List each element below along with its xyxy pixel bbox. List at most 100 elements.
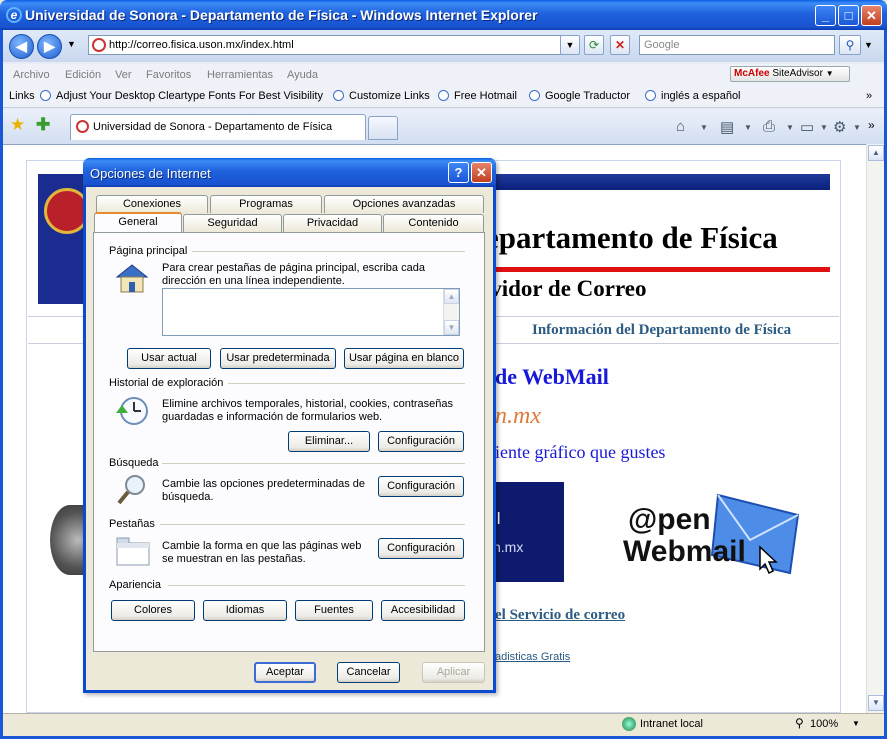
colors-button[interactable]: Colores: [111, 600, 195, 621]
address-text: http://correo.fisica.uson.mx/index.html: [109, 39, 294, 51]
search-magnifier-icon: [117, 475, 145, 505]
ok-button[interactable]: Aceptar: [254, 662, 316, 683]
print-icon[interactable]: ⎙: [763, 118, 775, 135]
tab-conexiones[interactable]: Conexiones: [96, 195, 208, 213]
print-dropdown-icon[interactable]: ▼: [786, 123, 794, 132]
group-divider: [160, 524, 465, 525]
link-ingles-espanol[interactable]: inglés a español: [645, 90, 741, 102]
dialog-close-button[interactable]: ✕: [471, 162, 492, 183]
mcafee-product: SiteAdvisor: [772, 68, 823, 79]
toolbar-overflow-icon[interactable]: »: [868, 118, 875, 132]
textarea-scroll-down-icon[interactable]: ▼: [444, 320, 459, 335]
heading-red-rule: [480, 267, 830, 272]
openwebmail-line2: Webmail: [623, 535, 746, 568]
new-tab-button[interactable]: [368, 116, 398, 140]
stop-icon[interactable]: ✕: [610, 35, 630, 55]
mcafee-brand: McAfee: [734, 68, 770, 79]
favorites-star-icon[interactable]: ★: [10, 115, 25, 135]
forward-button[interactable]: ▶: [37, 34, 62, 59]
search-options-icon[interactable]: ▼: [864, 40, 873, 50]
mcafee-siteadvisor-button[interactable]: McAfee SiteAdvisor ▼: [730, 66, 850, 82]
search-icon[interactable]: ⚲: [839, 35, 861, 55]
add-favorites-icon[interactable]: ✚: [36, 115, 50, 135]
tabs-description: Cambie la forma en que las páginas web s…: [162, 540, 362, 565]
link-customize[interactable]: Customize Links: [333, 90, 430, 102]
feeds-dropdown-icon[interactable]: ▼: [744, 123, 752, 132]
link-page-icon: [529, 90, 540, 101]
window-title-bar[interactable]: e Universidad de Sonora - Departamento d…: [0, 0, 887, 30]
use-current-button[interactable]: Usar actual: [127, 348, 211, 369]
tab-seguridad[interactable]: Seguridad: [183, 214, 282, 232]
page-subheading: rvidor de Correo: [480, 276, 647, 301]
scroll-down-icon[interactable]: ▼: [868, 695, 884, 711]
home-dropdown-icon[interactable]: ▼: [700, 123, 708, 132]
link-cleartype[interactable]: Adjust Your Desktop Cleartype Fonts For …: [40, 90, 323, 102]
openwebmail-logo[interactable]: @pen Webmail: [620, 485, 800, 580]
link-traductor[interactable]: Google Traductor: [529, 90, 630, 102]
home-page-textarea[interactable]: ▲ ▼: [162, 288, 460, 336]
address-dropdown-icon[interactable]: ▼: [560, 35, 580, 55]
tab-opciones-avanzadas[interactable]: Opciones avanzadas: [324, 195, 484, 213]
back-button[interactable]: ◀: [9, 34, 34, 59]
tabs-settings-button[interactable]: Configuración: [378, 538, 464, 559]
languages-button[interactable]: Idiomas: [203, 600, 287, 621]
tab-title: Universidad de Sonora - Departamento de …: [93, 121, 333, 133]
group-divider: [192, 251, 465, 252]
apply-button[interactable]: Aplicar: [422, 662, 485, 683]
feeds-icon[interactable]: ▤: [720, 118, 734, 136]
menu-favoritos[interactable]: Favoritos: [146, 69, 191, 81]
home-icon[interactable]: ⌂: [676, 118, 685, 135]
page-scrollbar[interactable]: ▲ ▼: [866, 144, 884, 713]
tab-contenido[interactable]: Contenido: [383, 214, 484, 232]
address-bar[interactable]: http://correo.fisica.uson.mx/index.html: [88, 35, 578, 55]
menu-archivo[interactable]: Archivo: [13, 69, 50, 81]
cancel-button[interactable]: Cancelar: [337, 662, 400, 683]
page-dropdown-icon[interactable]: ▼: [820, 123, 828, 132]
accessibility-button[interactable]: Accesibilidad: [381, 600, 465, 621]
links-label: Links: [9, 90, 35, 102]
use-default-button[interactable]: Usar predeterminada: [220, 348, 336, 369]
menu-herramientas[interactable]: Herramientas: [207, 69, 273, 81]
stats-link[interactable]: adisticas Gratis: [495, 651, 570, 663]
info-department-link[interactable]: Información del Departamento de Física: [532, 322, 791, 339]
tab-privacidad[interactable]: Privacidad: [283, 214, 382, 232]
history-settings-button[interactable]: Configuración: [378, 431, 464, 452]
link-hotmail[interactable]: Free Hotmail: [438, 90, 517, 102]
menu-ver[interactable]: Ver: [115, 69, 132, 81]
tab-programas[interactable]: Programas: [210, 195, 322, 213]
zoom-icon[interactable]: ⚲: [795, 716, 804, 730]
minimize-button[interactable]: _: [815, 5, 836, 26]
maximize-button[interactable]: □: [838, 5, 859, 26]
menu-edicion[interactable]: Edición: [65, 69, 101, 81]
search-description: Cambie las opciones predeterminadas de b…: [162, 478, 366, 503]
textarea-scrollbar[interactable]: ▲ ▼: [443, 289, 459, 335]
textarea-scroll-up-icon[interactable]: ▲: [444, 289, 459, 304]
dialog-help-button[interactable]: ?: [448, 162, 469, 183]
use-blank-button[interactable]: Usar página en blanco: [344, 348, 464, 369]
tools-gear-icon[interactable]: ⚙: [833, 118, 846, 136]
fonts-button[interactable]: Fuentes: [295, 600, 373, 621]
link-page-icon: [40, 90, 51, 101]
browser-tab-active[interactable]: Universidad de Sonora - Departamento de …: [70, 114, 366, 140]
refresh-icon[interactable]: ⟳: [584, 35, 604, 55]
page-heading: epartamento de Física: [485, 220, 778, 255]
tab-general[interactable]: General: [94, 212, 182, 232]
close-button[interactable]: ✕: [861, 5, 882, 26]
zoom-level[interactable]: 100%: [810, 718, 838, 730]
dialog-title-bar[interactable]: Opciones de Internet: [83, 158, 496, 187]
search-input[interactable]: Google: [639, 35, 835, 55]
zoom-dropdown-icon[interactable]: ▼: [852, 719, 860, 728]
scroll-up-icon[interactable]: ▲: [868, 145, 884, 161]
status-bar: [3, 713, 884, 736]
menu-ayuda[interactable]: Ayuda: [287, 69, 318, 81]
search-settings-button[interactable]: Configuración: [378, 476, 464, 497]
links-overflow-icon[interactable]: »: [866, 90, 872, 102]
tools-dropdown-icon[interactable]: ▼: [853, 123, 861, 132]
history-dropdown-icon[interactable]: ▼: [67, 39, 76, 49]
page-icon[interactable]: ▭: [800, 118, 814, 136]
delete-history-button[interactable]: Eliminar...: [288, 431, 370, 452]
service-link[interactable]: el Servicio de correo: [495, 607, 625, 624]
history-clock-icon: [116, 397, 148, 425]
search-group-label: Búsqueda: [109, 457, 159, 469]
webmail-client-banner[interactable]: [490, 482, 564, 582]
